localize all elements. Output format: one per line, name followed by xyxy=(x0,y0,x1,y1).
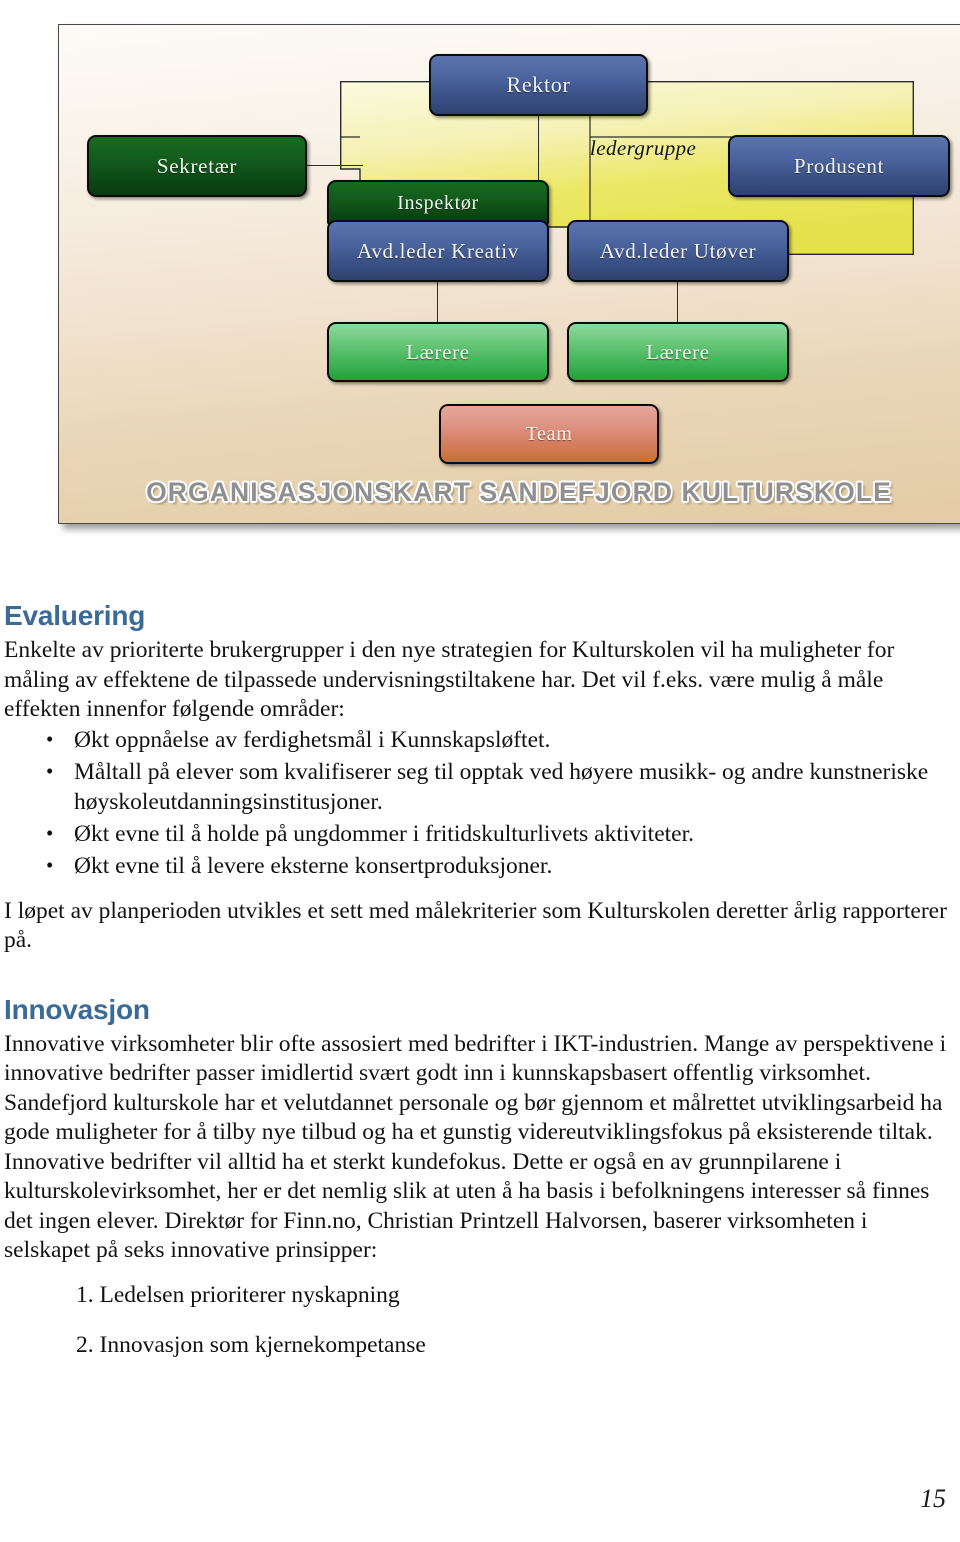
org-node-label: Team xyxy=(525,422,573,445)
orgchart-caption: ORGANISASJONSKART SANDEFJORD KULTURSKOLE xyxy=(146,477,892,507)
innovasjon-principles-list: 1. Ledelsen prioriterer nyskapning 2. In… xyxy=(4,1280,956,1360)
list-item: Måltall på elever som kvalifiserer seg t… xyxy=(42,756,956,817)
org-node-larere-utover[interactable]: Lærere xyxy=(567,322,789,382)
org-node-avd-leder-kreativ[interactable]: Avd.leder Kreativ xyxy=(327,220,549,282)
article-body: Evaluering Enkelte av prioriterte bruker… xyxy=(4,600,956,1380)
page-number: 15 xyxy=(920,1484,946,1513)
list-item: Økt oppnåelse av ferdighetsmål i Kunnska… xyxy=(42,724,956,755)
org-node-label: Lærere xyxy=(646,339,710,364)
org-node-label: Avd.leder Utøver xyxy=(599,238,757,263)
evaluering-bullet-list: Økt oppnåelse av ferdighetsmål i Kunnska… xyxy=(4,724,956,881)
org-node-sekretar[interactable]: Sekretær xyxy=(87,135,307,197)
org-node-label: Lærere xyxy=(406,339,470,364)
org-node-label: Avd.leder Kreativ xyxy=(357,238,519,263)
paragraph-evaluering-intro: Enkelte av prioriterte brukergrupper i d… xyxy=(4,637,895,722)
org-node-larere-kreativ[interactable]: Lærere xyxy=(327,322,549,382)
list-item: Økt evne til å holde på ungdommer i frit… xyxy=(42,818,956,849)
connector-utover-to-larere xyxy=(677,282,679,322)
section-evaluering: Evaluering Enkelte av prioriterte bruker… xyxy=(4,600,956,956)
list-item: 2. Innovasjon som kjernekompetanse xyxy=(76,1331,426,1358)
heading-evaluering: Evaluering xyxy=(4,600,146,631)
connector-kreativ-to-larere xyxy=(437,282,439,322)
connector-sekretar-to-chart xyxy=(307,165,363,167)
list-item: Økt evne til å levere eksterne konsertpr… xyxy=(42,850,956,881)
org-node-avd-leder-utover[interactable]: Avd.leder Utøver xyxy=(567,220,789,282)
org-node-label: Rektor xyxy=(506,72,571,97)
paragraph-evaluering-closing: I løpet av planperioden utvikles et sett… xyxy=(4,897,947,954)
org-node-label: Produsent xyxy=(793,153,885,178)
org-node-rektor[interactable]: Rektor xyxy=(429,54,648,116)
ledergruppe-label: ledergruppe xyxy=(590,136,697,160)
list-item: 1. Ledelsen prioriterer nyskapning xyxy=(76,1281,400,1308)
paragraph-innovasjon-intro: Innovative virksomheter blir ofte assosi… xyxy=(4,1030,947,1264)
organisation-chart-figure: Rektor Sekretær Produsent Inspektør Avd.… xyxy=(58,24,960,524)
org-node-label: Sekretær xyxy=(156,153,238,178)
org-node-produsent[interactable]: Produsent xyxy=(728,135,950,197)
heading-innovasjon: Innovasjon xyxy=(4,993,150,1025)
org-node-label: Inspektør xyxy=(397,191,479,214)
section-innovasjon: Innovasjon Innovative virksomheter blir … xyxy=(4,994,956,1360)
org-node-team[interactable]: Team xyxy=(439,404,659,464)
